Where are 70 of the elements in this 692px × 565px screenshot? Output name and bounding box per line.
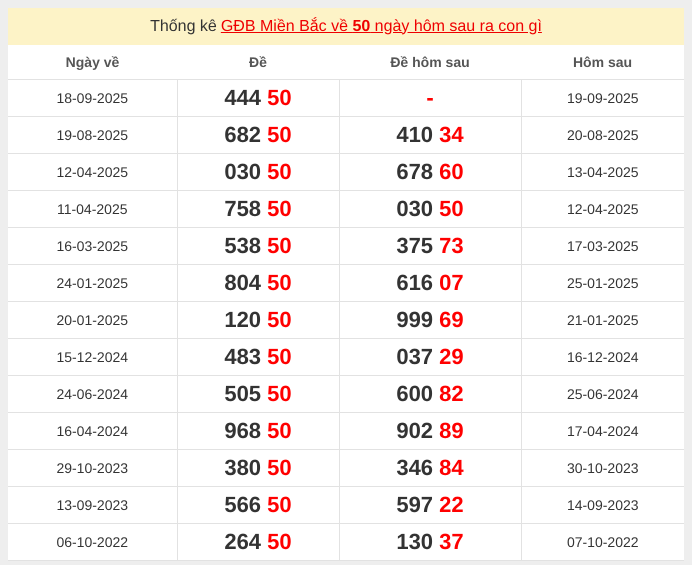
number-suffix: 50 <box>267 455 292 480</box>
number-suffix: 50 <box>267 381 292 406</box>
number-suffix: 69 <box>439 307 464 332</box>
number-suffix: 50 <box>267 307 292 332</box>
date-cell: 06-10-2022 <box>8 524 177 560</box>
number-prefix: 483 <box>224 344 262 369</box>
number-prefix: 444 <box>224 85 262 110</box>
number-suffix: 50 <box>267 85 292 110</box>
number-prefix: 410 <box>396 122 434 147</box>
number-suffix: 73 <box>439 233 464 258</box>
date-cell: 29-10-2023 <box>8 450 177 486</box>
number-prefix: 902 <box>396 418 434 443</box>
date-cell: 13-09-2023 <box>8 486 177 524</box>
number-suffix: 50 <box>267 529 292 554</box>
title-link[interactable]: GĐB Miền Bắc về 50 ngày hôm sau ra con gì <box>220 18 542 36</box>
number-prefix: 968 <box>224 418 262 443</box>
number-suffix: 50 <box>267 492 292 517</box>
number-prefix: 264 <box>224 529 262 554</box>
number-suffix: 50 <box>267 122 292 147</box>
date-cell: 19-08-2025 <box>8 116 177 154</box>
number-prefix: 678 <box>396 159 434 184</box>
date-cell: 16-04-2024 <box>8 412 177 450</box>
date-cell: 20-01-2025 <box>8 302 177 338</box>
number-prefix: 804 <box>224 270 262 295</box>
number-prefix: 030 <box>396 196 434 221</box>
number-prefix: 600 <box>396 381 434 406</box>
column-header: Hôm sau <box>521 45 684 80</box>
date-cell: 15-12-2024 <box>8 338 177 376</box>
number-suffix: 89 <box>439 418 464 443</box>
number-suffix: 34 <box>439 122 464 147</box>
number-suffix: 29 <box>439 344 464 369</box>
column-header: Đề hôm sau <box>339 45 521 80</box>
number-prefix: 616 <box>396 270 434 295</box>
date-cell: 11-04-2025 <box>8 190 177 228</box>
date-cell: 16-03-2025 <box>8 228 177 264</box>
number-suffix: 82 <box>439 381 464 406</box>
number-suffix: 50 <box>267 344 292 369</box>
number-suffix: 22 <box>439 492 464 517</box>
number-suffix: 07 <box>439 270 464 295</box>
number-prefix: 380 <box>224 455 262 480</box>
missing-value: - <box>426 85 434 110</box>
number-prefix: 566 <box>224 492 262 517</box>
number-prefix: 682 <box>224 122 262 147</box>
number-suffix: 50 <box>267 270 292 295</box>
number-prefix: 030 <box>224 159 262 184</box>
number-suffix: 50 <box>267 233 292 258</box>
date-cell: 12-04-2025 <box>8 154 177 190</box>
date-cell: 24-01-2025 <box>8 264 177 302</box>
date-cell: 24-06-2024 <box>8 376 177 412</box>
date-cell: 18-09-2025 <box>8 80 177 116</box>
number-prefix: 758 <box>224 196 262 221</box>
number-suffix: 84 <box>439 455 464 480</box>
number-prefix: 538 <box>224 233 262 258</box>
number-suffix: 50 <box>267 159 292 184</box>
number-prefix: 999 <box>396 307 434 332</box>
number-suffix: 60 <box>439 159 464 184</box>
number-prefix: 346 <box>396 455 434 480</box>
column-header: Đề <box>177 45 339 80</box>
title-text: Thống kê <box>150 18 217 36</box>
number-suffix: 50 <box>267 196 292 221</box>
number-prefix: 120 <box>224 307 262 332</box>
number-prefix: 597 <box>396 492 434 517</box>
number-suffix: 50 <box>439 196 464 221</box>
column-header: Ngày về <box>8 45 177 80</box>
number-suffix: 37 <box>439 529 464 554</box>
number-prefix: 130 <box>396 529 434 554</box>
number-prefix: 037 <box>396 344 434 369</box>
number-prefix: 505 <box>224 381 262 406</box>
number-prefix: 375 <box>396 233 434 258</box>
number-suffix: 50 <box>267 418 292 443</box>
